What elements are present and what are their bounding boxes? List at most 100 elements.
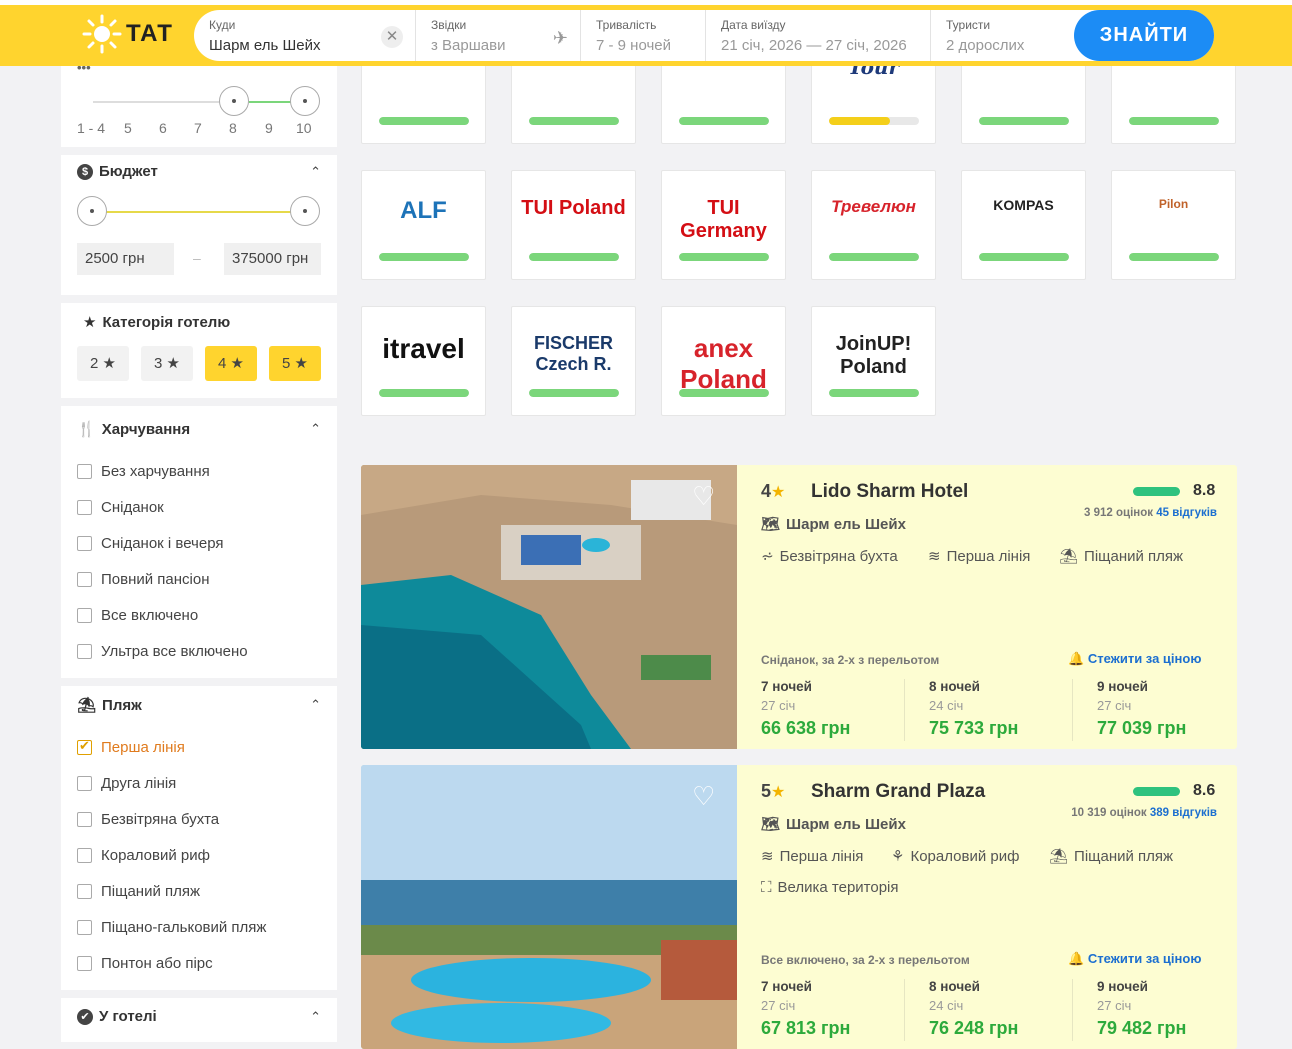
operator-card[interactable]: FISCHER Czech R. <box>511 306 636 416</box>
hotel-photo[interactable] <box>361 765 737 1049</box>
search-button[interactable]: ЗНАЙТИ <box>1074 10 1214 61</box>
nights-min-handle[interactable] <box>219 86 249 116</box>
reviews-link[interactable]: 45 відгуків <box>1156 507 1217 519</box>
beach-header[interactable]: ⛱ Пляж <box>77 696 142 715</box>
offer-nights: 8 ночей <box>929 979 980 994</box>
operator-logo: Pilon <box>1158 197 1189 211</box>
chevron-up-icon[interactable]: ⌃ <box>310 1009 321 1025</box>
date-value[interactable]: 21 січ, 2026 — 27 січ, 2026 <box>721 37 930 54</box>
checkbox[interactable] <box>77 572 92 587</box>
price-offer[interactable]: 8 ночей 24 січ 75 733 грн <box>929 679 1079 739</box>
meals-header[interactable]: 🍴 Харчування <box>77 420 190 439</box>
divider <box>904 979 905 1041</box>
wind-icon: ⩫ <box>761 548 774 565</box>
budget-min-handle[interactable] <box>77 196 107 226</box>
track-price-link[interactable]: 🔔 Стежити за ціною <box>1068 951 1201 967</box>
operator-card[interactable]: itravel <box>361 306 486 416</box>
checkbox[interactable] <box>77 884 92 899</box>
nights-max-handle[interactable] <box>290 86 320 116</box>
budget-min-input[interactable]: 2500 грн <box>77 243 174 275</box>
operator-card[interactable]: Pilon <box>1111 170 1236 280</box>
checkbox[interactable] <box>77 608 92 623</box>
divider <box>61 678 337 686</box>
checkbox[interactable] <box>77 848 92 863</box>
category-4-button[interactable]: 4 ★ <box>205 346 257 381</box>
star-icon: ★ <box>230 355 244 372</box>
meal-option[interactable]: Без харчування <box>77 463 210 480</box>
operator-progress-bar <box>529 253 619 261</box>
beach-option[interactable]: Перша лінія <box>77 738 185 756</box>
budget-header[interactable]: $ Бюджет <box>77 163 158 180</box>
meal-option[interactable]: Ультра все включено <box>77 643 248 660</box>
price-offer[interactable]: 7 ночей 27 січ 66 638 грн <box>761 679 911 739</box>
beach-option[interactable]: Кораловий риф <box>77 847 210 864</box>
operator-card[interactable]: TUI Poland <box>511 170 636 280</box>
date-field[interactable]: Дата виїзду 21 січ, 2026 — 27 січ, 2026 <box>706 10 931 61</box>
checkbox[interactable] <box>77 644 92 659</box>
beach-option[interactable]: Понтон або пірс <box>77 955 213 972</box>
operator-card[interactable]: Тревелюн <box>811 170 936 280</box>
checkbox-checked[interactable] <box>77 738 92 755</box>
chevron-up-icon[interactable]: ⌃ <box>310 421 321 437</box>
meal-option[interactable]: Сніданок і вечеря <box>77 535 224 552</box>
hotel-photo[interactable] <box>361 465 737 749</box>
meal-option[interactable]: Сніданок <box>77 499 164 516</box>
category-2-button[interactable]: 2 ★ <box>77 346 129 381</box>
price-offer[interactable]: 9 ночей 27 січ 77 039 грн <box>1097 679 1237 739</box>
price-offer[interactable]: 9 ночей 27 січ 79 482 грн <box>1097 979 1237 1039</box>
hotel-name[interactable]: Lido Sharm Hotel <box>811 481 968 503</box>
price-offer[interactable]: 8 ночей 24 січ 76 248 грн <box>929 979 1079 1039</box>
budget-max-handle[interactable] <box>290 196 320 226</box>
heart-icon[interactable]: ♡ <box>692 481 715 512</box>
origin-field[interactable]: Звідки з Варшави ✈ <box>416 10 581 61</box>
meal-option[interactable]: Все включено <box>77 607 198 624</box>
operator-card[interactable]: KOMPAS <box>961 170 1086 280</box>
waves-icon: ≋ <box>761 848 774 865</box>
price-offer[interactable]: 7 ночей 27 січ 67 813 грн <box>761 979 911 1039</box>
star-icon: ★ <box>294 355 308 372</box>
option-label: Кораловий риф <box>101 847 210 864</box>
duration-value[interactable]: 7 - 9 ночей <box>596 37 705 54</box>
beach-option[interactable]: Безвітряна бухта <box>77 811 219 828</box>
meal-option[interactable]: Повний пансіон <box>77 571 210 588</box>
tick-label: 8 <box>229 120 237 136</box>
track-price-link[interactable]: 🔔 Стежити за ціною <box>1068 651 1201 667</box>
checkbox[interactable] <box>77 500 92 515</box>
site-logo[interactable]: ТАТ <box>82 14 173 54</box>
hotel-card[interactable]: ♡ 4★ Lido Sharm Hotel 8.8 3 912 оцінок 4… <box>361 465 1237 749</box>
checkbox[interactable] <box>77 812 92 827</box>
clear-icon[interactable]: ✕ <box>381 26 403 48</box>
checkbox[interactable] <box>77 464 92 479</box>
category-title: Категорія готелю <box>102 313 231 331</box>
checkbox[interactable] <box>77 920 92 935</box>
checkbox[interactable] <box>77 776 92 791</box>
checkbox[interactable] <box>77 536 92 551</box>
hotel-name[interactable]: Sharm Grand Plaza <box>811 781 985 803</box>
beach-title: Пляж <box>102 696 142 714</box>
category-5-button[interactable]: 5 ★ <box>269 346 321 381</box>
heart-icon[interactable]: ♡ <box>692 781 715 812</box>
reviews-link[interactable]: 389 відгуків <box>1150 807 1217 819</box>
in-hotel-header[interactable]: ✔ У готелі <box>77 1008 157 1025</box>
operator-card[interactable]: TUI Germany <box>661 170 786 280</box>
operator-card[interactable]: JoinUP! Poland <box>811 306 936 416</box>
operator-card[interactable]: anex Poland <box>661 306 786 416</box>
beach-option[interactable]: Піщано-гальковий пляж <box>77 919 266 936</box>
operator-card[interactable]: ALF <box>361 170 486 280</box>
header-bar: ТАТ Куди Шарм ель Шейх ✕ Звідки з Варшав… <box>0 0 1292 66</box>
operator-logo: KOMPAS <box>993 197 1054 213</box>
category-3-button[interactable]: 3 ★ <box>141 346 193 381</box>
tourists-value[interactable]: 2 дорослих <box>946 37 1061 54</box>
hotel-card[interactable]: ♡ 5★ Sharm Grand Plaza 8.6 10 319 оцінок… <box>361 765 1237 1049</box>
offer-date: 27 січ <box>761 998 796 1013</box>
tourists-field[interactable]: Туристи 2 дорослих <box>931 10 1061 61</box>
budget-max-input[interactable]: 375000 грн <box>224 243 321 275</box>
checkbox[interactable] <box>77 956 92 971</box>
beach-option[interactable]: Піщаний пляж <box>77 883 200 900</box>
beach-option[interactable]: Друга лінія <box>77 775 176 792</box>
duration-field[interactable]: Тривалість 7 - 9 ночей <box>581 10 706 61</box>
chevron-up-icon[interactable]: ⌃ <box>310 164 321 180</box>
destination-field[interactable]: Куди Шарм ель Шейх ✕ <box>194 10 416 61</box>
divider <box>1072 679 1073 741</box>
chevron-up-icon[interactable]: ⌃ <box>310 697 321 713</box>
